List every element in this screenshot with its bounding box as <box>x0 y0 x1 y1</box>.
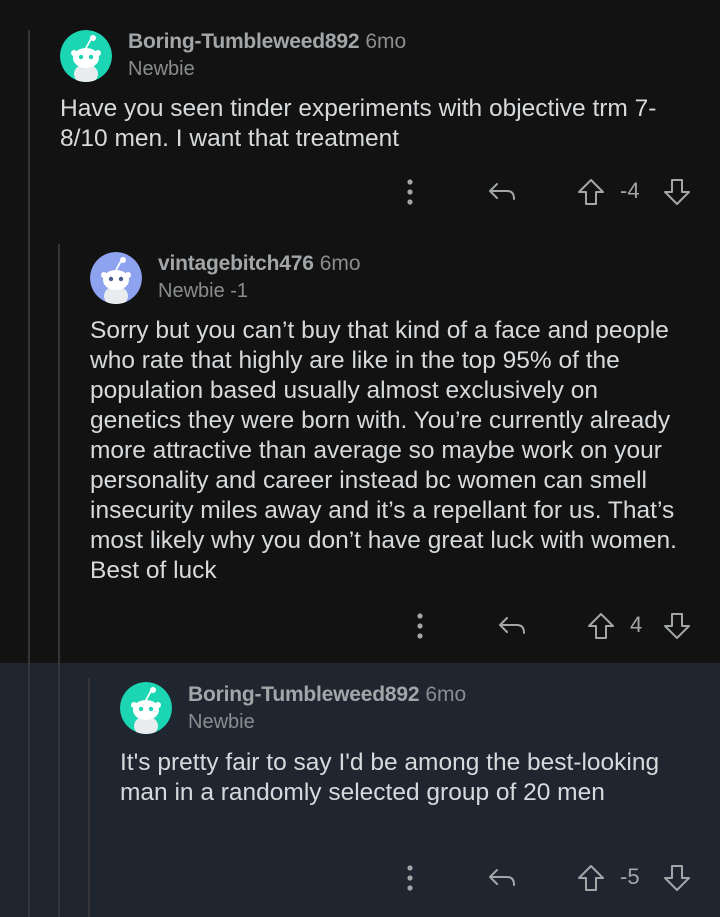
reply-button[interactable] <box>492 606 532 646</box>
comment: Boring-Tumbleweed892 6mo Newbie Have you … <box>0 0 720 240</box>
comment-body: It's pretty fair to say I'd be among the… <box>120 749 660 806</box>
more-options-button[interactable] <box>396 858 424 898</box>
downvote-icon <box>664 865 690 891</box>
more-options-button[interactable] <box>406 606 434 646</box>
snoo-avatar-icon <box>120 682 172 734</box>
downvote-button[interactable] <box>660 172 694 212</box>
more-vertical-icon <box>417 613 423 639</box>
upvote-icon <box>578 179 604 205</box>
user-flair: Newbie <box>188 711 255 733</box>
more-options-button[interactable] <box>396 172 424 212</box>
avatar[interactable] <box>60 30 112 82</box>
more-vertical-icon <box>407 865 413 891</box>
comment-author[interactable]: vintagebitch476 <box>158 252 314 275</box>
reply-icon <box>489 869 515 886</box>
comment-body: Have you seen tinder experiments with ob… <box>60 95 657 152</box>
upvote-button[interactable] <box>574 172 608 212</box>
upvote-button[interactable] <box>574 858 608 898</box>
user-flair: Newbie -1 <box>158 280 249 302</box>
reply-button[interactable] <box>482 172 522 212</box>
downvote-icon <box>664 179 690 205</box>
avatar[interactable] <box>120 682 172 734</box>
vote-score: -4 <box>620 178 640 203</box>
comment-actions: -4 <box>0 172 720 212</box>
snoo-avatar-icon <box>60 30 112 82</box>
snoo-avatar-icon <box>90 252 142 304</box>
comment-actions: -5 <box>0 858 720 898</box>
comment-author[interactable]: Boring-Tumbleweed892 <box>128 30 360 53</box>
user-flair: Newbie <box>128 58 195 80</box>
comment-age: 6mo <box>365 30 407 53</box>
downvote-button[interactable] <box>660 606 694 646</box>
comment-age: 6mo <box>319 252 361 275</box>
more-vertical-icon <box>407 179 413 205</box>
downvote-button[interactable] <box>660 858 694 898</box>
downvote-icon <box>664 613 690 639</box>
comment-age: 6mo <box>425 683 467 706</box>
reply-button[interactable] <box>482 858 522 898</box>
upvote-icon <box>578 865 604 891</box>
comment-actions: 4 <box>0 606 720 646</box>
vote-score: -5 <box>620 864 640 889</box>
reply-icon <box>499 617 525 634</box>
upvote-icon <box>588 613 614 639</box>
comment-author[interactable]: Boring-Tumbleweed892 <box>188 683 420 706</box>
upvote-button[interactable] <box>584 606 618 646</box>
comment: Boring-Tumbleweed892 6mo Newbie It's pret… <box>0 663 720 917</box>
comment-body: Sorry but you can’t buy that kind of a f… <box>90 317 677 584</box>
comment: vintagebitch476 6mo Newbie -1 Sorry but y… <box>0 240 720 663</box>
avatar[interactable] <box>90 252 142 304</box>
reply-icon <box>489 183 515 200</box>
vote-score: 4 <box>630 612 643 637</box>
